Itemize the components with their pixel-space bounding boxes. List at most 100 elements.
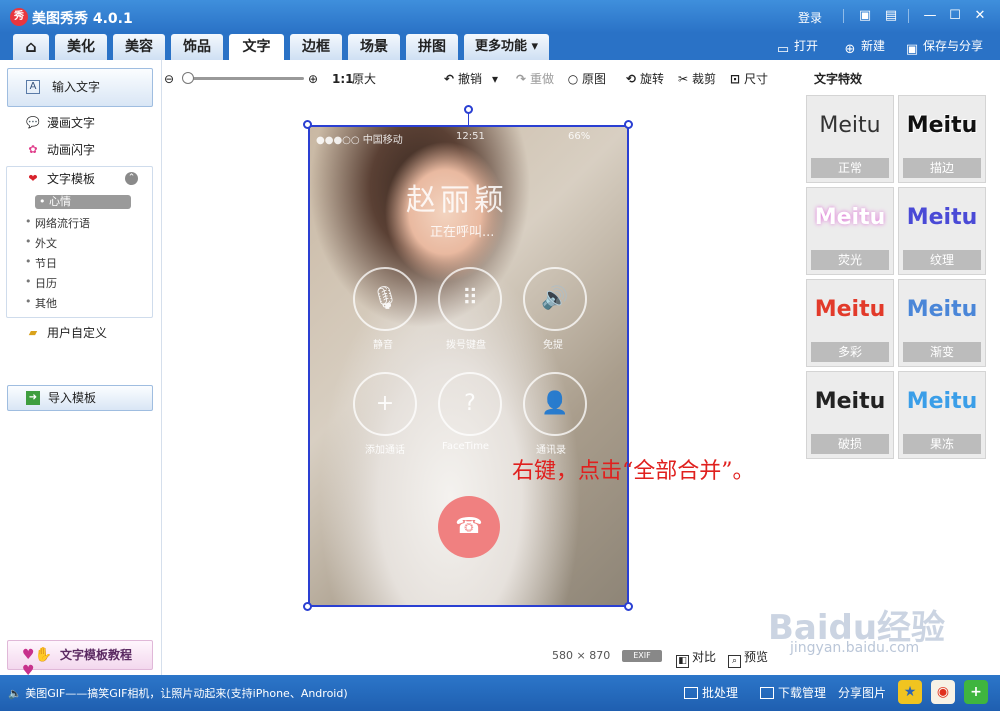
keypad-icon: ⠿ bbox=[461, 286, 479, 311]
speaker-button[interactable]: 🔊 bbox=[523, 267, 587, 331]
tab-collage[interactable]: 拼图 bbox=[406, 34, 458, 60]
app-title: 美图秀秀 4.0.1 bbox=[32, 11, 133, 27]
template-sub-foreign[interactable]: 外文 bbox=[25, 235, 57, 251]
tab-scene[interactable]: 场景 bbox=[348, 34, 400, 60]
resize-button[interactable]: ⊡ 尺寸 bbox=[728, 71, 768, 87]
close-icon[interactable]: ✕ bbox=[972, 8, 988, 24]
star-icon[interactable]: ★ bbox=[898, 680, 922, 704]
rotate-handle[interactable] bbox=[464, 105, 473, 114]
batch-icon bbox=[684, 687, 698, 699]
compare-button[interactable]: ◧ 对比 bbox=[676, 648, 716, 668]
login-link[interactable]: 登录 bbox=[798, 9, 822, 26]
input-text-button[interactable]: A 输入文字 bbox=[7, 68, 153, 107]
template-sub-other[interactable]: 其他 bbox=[25, 295, 57, 311]
template-sub-calendar[interactable]: 日历 bbox=[25, 275, 57, 291]
skin-icon[interactable]: ▤ bbox=[883, 8, 899, 24]
preview-label: 预览 bbox=[744, 650, 769, 664]
template-sub-netslang[interactable]: 网络流行语 bbox=[25, 215, 90, 231]
original-size-button[interactable]: 原大 bbox=[352, 71, 376, 87]
zoom-slider-track[interactable] bbox=[188, 77, 304, 80]
effect-multicolor[interactable]: Meitu 多彩 bbox=[806, 279, 894, 367]
open-button[interactable]: ▭ 打开 bbox=[775, 37, 818, 58]
template-sub-holiday[interactable]: 节日 bbox=[25, 255, 57, 271]
mute-button[interactable]: 🎙 bbox=[353, 267, 417, 331]
tab-more[interactable]: 更多功能 ▾ bbox=[464, 34, 549, 60]
titlebar-divider bbox=[908, 9, 909, 23]
effect-name: 正常 bbox=[811, 158, 889, 178]
import-template-button[interactable]: ➜ 导入模板 bbox=[7, 385, 153, 411]
rotate-icon: ⟲ bbox=[625, 72, 637, 86]
resize-handle-top-right[interactable] bbox=[624, 120, 633, 129]
add-plus-icon[interactable]: + bbox=[964, 680, 988, 704]
effect-texture[interactable]: Meitu 纹理 bbox=[898, 187, 986, 275]
zoom-ratio[interactable]: 1:1 bbox=[332, 71, 354, 87]
effect-preview: Meitu bbox=[814, 205, 886, 230]
download-manager-button[interactable]: 下载管理 bbox=[760, 684, 826, 701]
preview-button[interactable]: ⌕ 预览 bbox=[728, 648, 768, 668]
microphone-icon: 🎙 bbox=[371, 286, 399, 311]
resize-handle-top-left[interactable] bbox=[303, 120, 312, 129]
undo-dropdown-icon[interactable]: ▾ bbox=[492, 71, 498, 87]
tab-frame[interactable]: 边框 bbox=[290, 34, 342, 60]
contacts-button[interactable]: 👤 bbox=[523, 372, 587, 436]
more-tab-label: 更多功能 bbox=[474, 39, 527, 54]
original-image-button[interactable]: ○ 原图 bbox=[566, 71, 606, 87]
phone-screenshot-photo[interactable]: ●●●○○ 中国移动 12:51 66% 赵丽颖 正在呼叫... 🎙 静音 ⠿ … bbox=[308, 125, 629, 607]
resize-handle-bottom-left[interactable] bbox=[303, 602, 312, 611]
home-tab[interactable]: ⌂ bbox=[13, 34, 49, 60]
crop-button[interactable]: ✂ 裁剪 bbox=[676, 71, 716, 87]
collapse-chevron-icon[interactable]: ⌃ bbox=[125, 172, 138, 185]
keypad-button[interactable]: ⠿ bbox=[438, 267, 502, 331]
effect-gradient[interactable]: Meitu 渐变 bbox=[898, 279, 986, 367]
status-message[interactable]: 🔈 美图GIF——搞笑GIF相机，让照片动起来(支持iPhone、Android… bbox=[8, 685, 348, 701]
tab-text[interactable]: 文字 bbox=[229, 34, 284, 60]
facetime-button[interactable]: ? bbox=[438, 372, 502, 436]
weibo-icon[interactable]: ◉ bbox=[931, 680, 955, 704]
effect-name: 纹理 bbox=[903, 250, 981, 270]
zoom-out-icon[interactable]: ⊖ bbox=[164, 71, 174, 87]
add-call-button[interactable]: + bbox=[353, 372, 417, 436]
effect-normal[interactable]: Meitu 正常 bbox=[806, 95, 894, 183]
redo-button[interactable]: ↷ 重做 bbox=[514, 71, 554, 87]
minimize-icon[interactable]: — bbox=[922, 8, 938, 24]
effect-outline[interactable]: Meitu 描边 bbox=[898, 95, 986, 183]
title-bar: 秀 美图秀秀 4.0.1 登录 ▣ ▤ — ☐ ✕ bbox=[0, 0, 1000, 33]
effect-preview: Meitu bbox=[814, 389, 886, 414]
effect-broken[interactable]: Meitu 破损 bbox=[806, 371, 894, 459]
tab-cosmetic[interactable]: 美容 bbox=[113, 34, 165, 60]
exif-button[interactable]: EXIF bbox=[622, 650, 662, 662]
plus-circle-icon: ⊕ bbox=[844, 42, 856, 57]
speaker-label: 免提 bbox=[543, 340, 563, 351]
template-section: ❤ 文字模板 ⌃ 心情 网络流行语 外文 节日 日历 其他 bbox=[6, 166, 153, 318]
effect-glow[interactable]: Meitu 荧光 bbox=[806, 187, 894, 275]
template-sub-mood[interactable]: 心情 bbox=[35, 195, 131, 209]
status-bar: 🔈 美图GIF——搞笑GIF相机，让照片动起来(支持iPhone、Android… bbox=[0, 675, 1000, 711]
annotation-text: 右键，点击“全部合并”。 bbox=[512, 459, 755, 484]
zoom-in-icon[interactable]: ⊕ bbox=[308, 71, 318, 87]
undo-label: 撤销 bbox=[458, 72, 483, 86]
comment-icon[interactable]: ▣ bbox=[857, 8, 873, 24]
tab-accessory[interactable]: 饰品 bbox=[171, 34, 223, 60]
anim-text-label: 动画闪字 bbox=[47, 143, 96, 157]
share-image-button[interactable]: 分享图片 bbox=[838, 684, 886, 701]
baidu-watermark-url: jingyan.baidu.com bbox=[790, 640, 920, 656]
resize-handle-bottom-right[interactable] bbox=[624, 602, 633, 611]
batch-button[interactable]: 批处理 bbox=[684, 684, 738, 701]
tab-beautify[interactable]: 美化 bbox=[55, 34, 107, 60]
redo-label: 重做 bbox=[530, 72, 555, 86]
new-label: 新建 bbox=[861, 39, 886, 53]
redo-icon: ↷ bbox=[515, 72, 527, 86]
plus-icon: + bbox=[375, 391, 395, 416]
rotate-button[interactable]: ⟲ 旋转 bbox=[624, 71, 664, 87]
contact-person-icon: 👤 bbox=[541, 391, 569, 416]
effect-jelly[interactable]: Meitu 果冻 bbox=[898, 371, 986, 459]
zoom-slider-handle[interactable] bbox=[182, 72, 194, 84]
template-tutorial-button[interactable]: ♥✋♥ 文字模板教程 bbox=[7, 640, 153, 679]
end-call-button[interactable]: ☎ bbox=[438, 496, 500, 558]
new-button[interactable]: ⊕ 新建 bbox=[842, 37, 885, 58]
undo-button[interactable]: ↶ 撤销 bbox=[442, 71, 482, 87]
effect-preview: Meitu bbox=[814, 297, 886, 322]
facetime-label: FaceTime bbox=[442, 441, 490, 452]
maximize-icon[interactable]: ☐ bbox=[947, 8, 963, 24]
save-share-button[interactable]: ▣ 保存与分享 bbox=[904, 37, 983, 58]
